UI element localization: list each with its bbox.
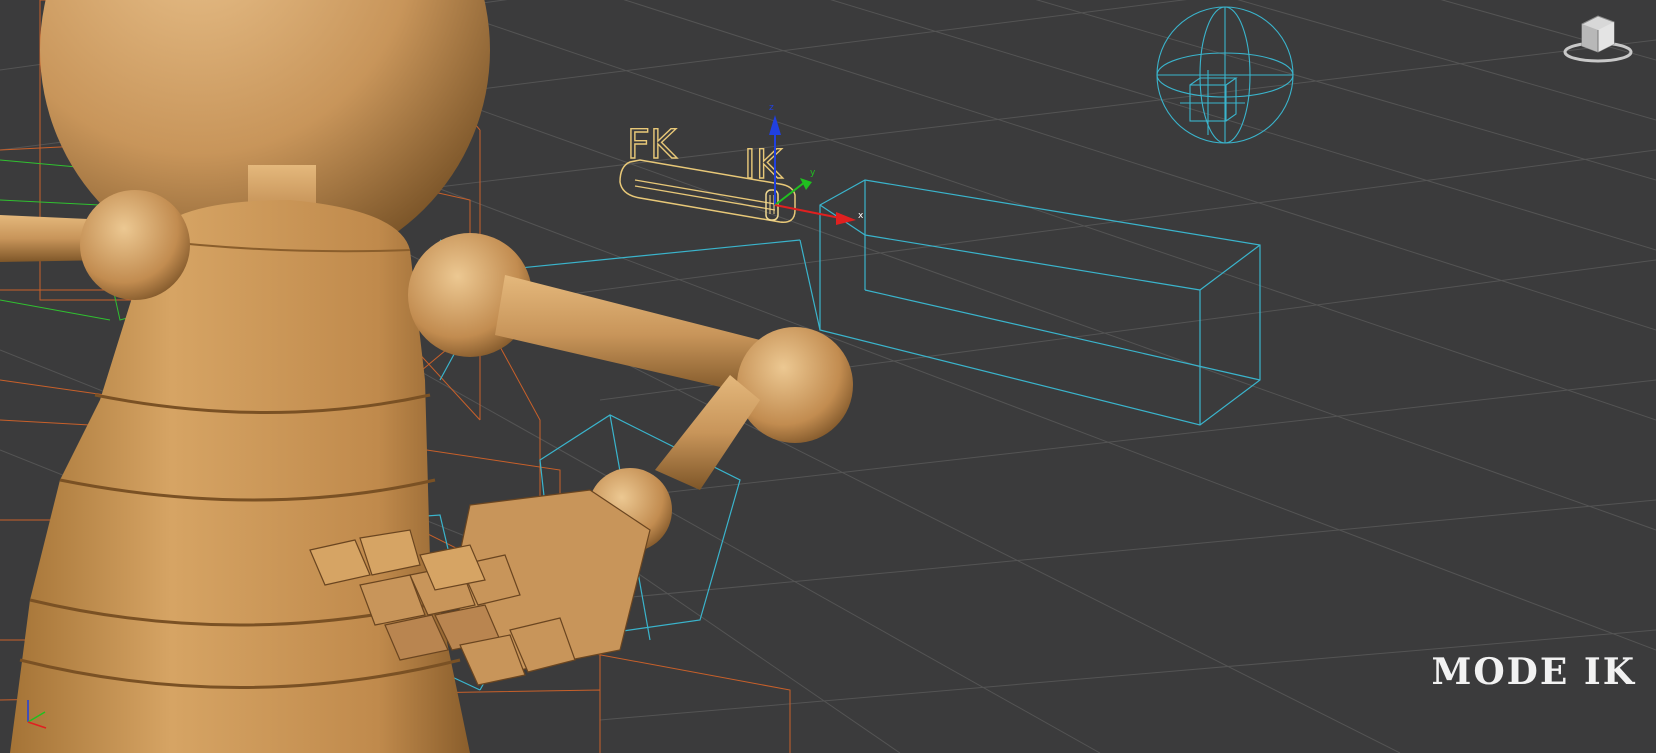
3d-viewport[interactable]: FK IK z y x MODE IK — [0, 0, 1656, 753]
ik-target-sphere[interactable] — [1156, 6, 1294, 144]
z-axis-label: z — [769, 103, 774, 113]
y-axis-label: y — [810, 168, 816, 178]
character-left-arm[interactable] — [0, 190, 190, 300]
transform-gizmo[interactable]: z y x — [769, 103, 864, 225]
viewport-scene[interactable]: FK IK z y x — [0, 0, 1656, 753]
mode-label: MODE IK — [1431, 651, 1636, 693]
x-axis-label: x — [858, 211, 864, 221]
fk-ik-switch[interactable]: FK IK — [619, 121, 796, 223]
character-torso[interactable] — [10, 200, 470, 753]
viewcube-icon[interactable] — [1560, 10, 1636, 64]
